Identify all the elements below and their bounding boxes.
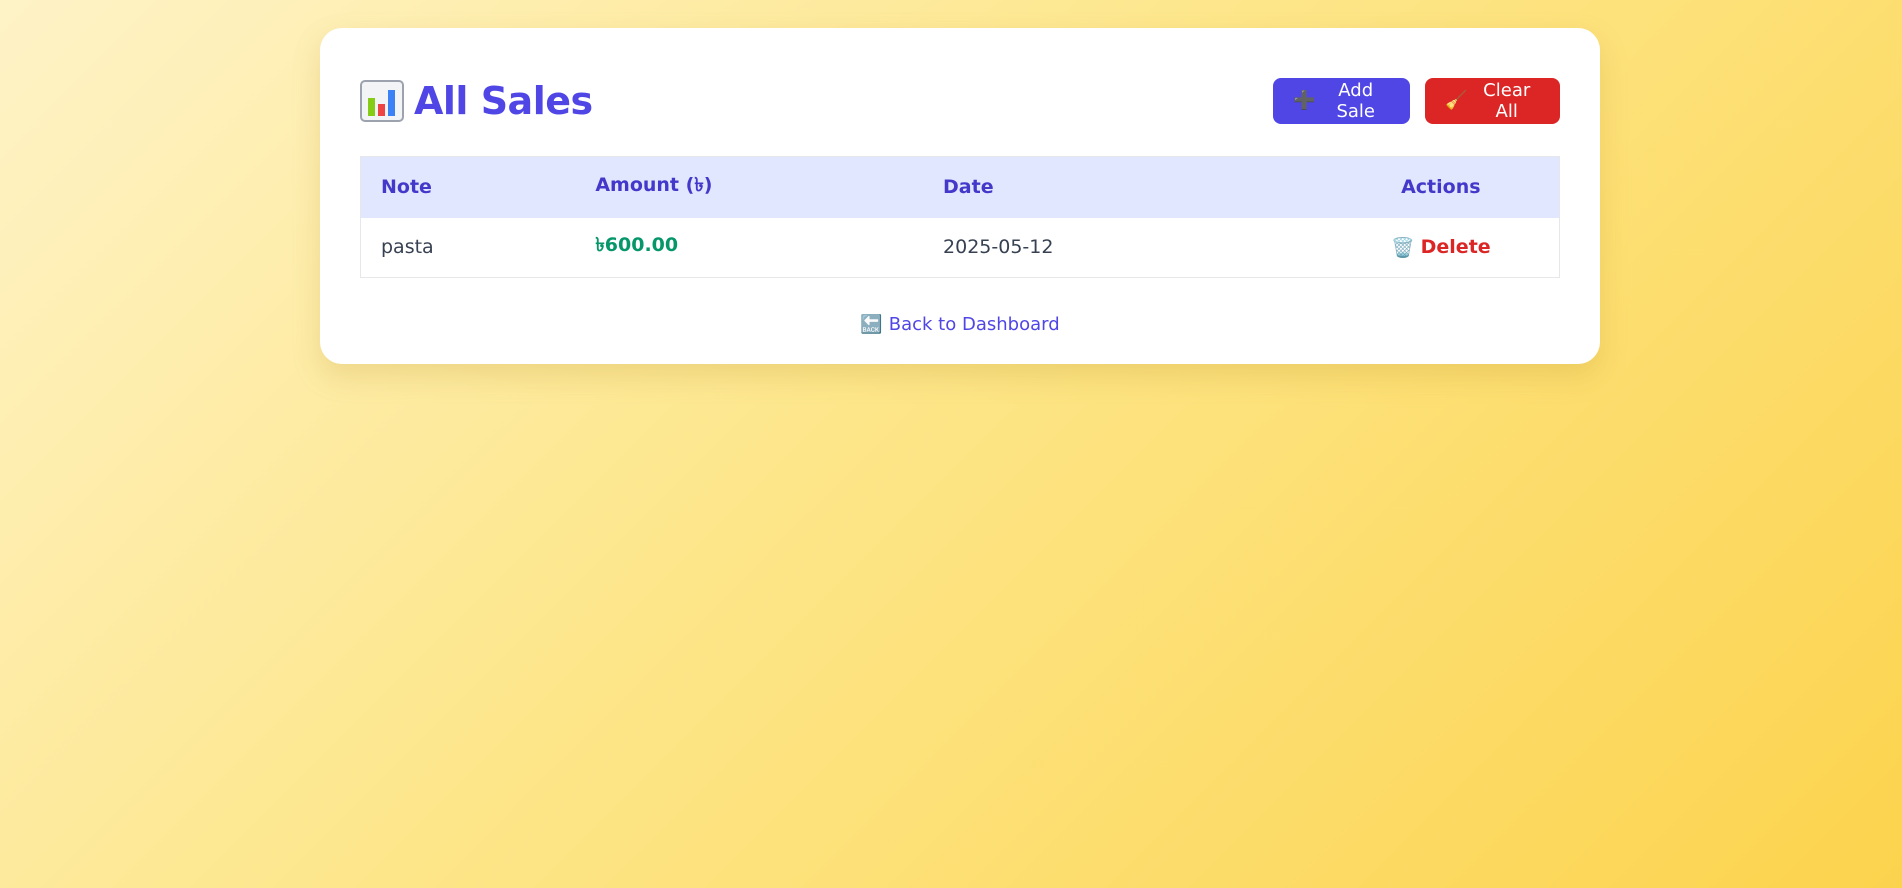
table-header-row: Note Amount (৳) Date Actions <box>360 156 1560 218</box>
sales-card: All Sales ➕ Add Sale 🧹 Clear All Note Am… <box>320 28 1600 364</box>
delete-label: Delete <box>1420 236 1491 259</box>
back-to-dashboard-label: Back to Dashboard <box>888 314 1060 335</box>
bar-chart-icon <box>360 80 404 122</box>
cell-date: 2025-05-12 <box>943 236 1054 259</box>
footer: 🔙 Back to Dashboard <box>360 314 1560 335</box>
cell-amount: ৳600.00 <box>595 234 679 257</box>
column-header-date: Date <box>943 176 994 199</box>
add-sale-label: Add Sale <box>1336 80 1375 122</box>
column-header-actions: Actions <box>1401 176 1481 199</box>
column-header-note: Note <box>381 176 432 199</box>
trash-icon: 🗑️ <box>1390 236 1415 259</box>
cell-note: pasta <box>381 236 434 259</box>
plus-icon: ➕ <box>1293 90 1316 111</box>
page-header: All Sales ➕ Add Sale 🧹 Clear All <box>360 68 1560 134</box>
add-sale-button[interactable]: ➕ Add Sale <box>1273 78 1410 124</box>
page-title: All Sales <box>414 79 593 123</box>
clear-all-button[interactable]: 🧹 Clear All <box>1425 78 1560 124</box>
table-row: pasta ৳600.00 2025-05-12 🗑️ Delete <box>361 218 1560 278</box>
back-to-dashboard-link[interactable]: 🔙 Back to Dashboard <box>860 314 1059 335</box>
sales-table: Note Amount (৳) Date Actions pasta ৳600.… <box>360 156 1560 278</box>
broom-icon: 🧹 <box>1445 90 1468 111</box>
back-arrow-icon: 🔙 <box>860 314 883 335</box>
column-header-amount: Amount (৳) <box>595 174 713 197</box>
cell-actions: 🗑️ Delete <box>1323 218 1560 278</box>
header-actions: ➕ Add Sale 🧹 Clear All <box>1273 78 1560 124</box>
delete-button[interactable]: 🗑️ Delete <box>1391 236 1491 259</box>
page-title-wrap: All Sales <box>360 79 593 123</box>
clear-all-label: Clear All <box>1483 80 1531 122</box>
